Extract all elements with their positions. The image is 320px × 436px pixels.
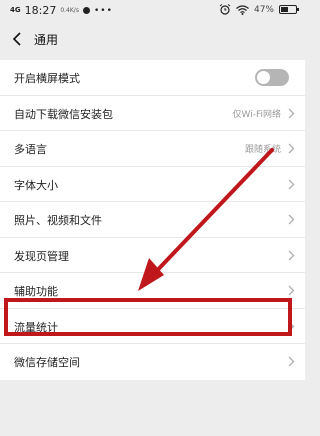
chevron-right-icon — [288, 214, 295, 225]
back-arrow-icon[interactable] — [10, 30, 26, 48]
notification-dot-icon — [82, 7, 90, 14]
chevron-right-icon — [288, 356, 295, 367]
status-time: 18:27 — [24, 4, 57, 17]
settings-row[interactable]: 微信存储空间 — [0, 344, 305, 380]
settings-row-value: 跟随系统 — [244, 145, 281, 155]
battery-percentage: 47% — [253, 4, 274, 15]
settings-row[interactable]: 照片、视频和文件 — [0, 202, 305, 238]
toggle-knob — [257, 71, 270, 84]
settings-row-label: 辅助功能 — [14, 285, 58, 298]
settings-row-label: 发现页管理 — [14, 249, 69, 263]
settings-row-label: 微信存储空间 — [14, 356, 80, 369]
settings-row-label: 多语言 — [14, 143, 47, 156]
battery-icon — [279, 5, 299, 14]
nav-bar: 通用 — [0, 22, 305, 56]
network-indicator: 4G — [10, 6, 21, 14]
settings-row-label: 流量统计 — [14, 320, 58, 334]
status-bar: 4G 18:27 0.4K/s ••• 47% — [0, 0, 305, 22]
chevron-right-icon — [288, 108, 295, 118]
chevron-right-icon — [288, 250, 295, 260]
settings-row[interactable]: 自动下载微信安装包 仅Wi-Fi网络 — [0, 95, 305, 131]
page-title: 通用 — [34, 33, 59, 47]
chevron-right-icon — [288, 321, 295, 331]
settings-row[interactable]: 开启横屏模式 — [0, 60, 305, 96]
alarm-icon — [219, 4, 231, 15]
settings-row-label: 自动下载微信安装包 — [14, 107, 113, 121]
settings-row[interactable]: 多语言 跟随系统 — [0, 131, 305, 167]
settings-list: 开启横屏模式自动下载微信安装包 仅Wi-Fi网络多语言 跟随系统字体大小照片、视频和… — [0, 60, 305, 380]
settings-row-value: 仅Wi-Fi网络 — [232, 109, 281, 120]
more-notifications-icon: ••• — [93, 5, 113, 16]
settings-row[interactable]: 字体大小 — [0, 166, 305, 202]
settings-row[interactable]: 发现页管理 — [0, 237, 305, 273]
settings-row-label: 字体大小 — [14, 178, 58, 192]
network-speed: 0.4K/s — [60, 6, 79, 14]
chevron-right-icon — [288, 143, 295, 154]
landscape-mode-toggle[interactable] — [255, 69, 289, 86]
chevron-right-icon — [288, 179, 295, 189]
settings-row-label: 开启横屏模式 — [14, 72, 80, 85]
settings-row-label: 照片、视频和文件 — [14, 214, 102, 227]
chevron-right-icon — [288, 285, 295, 296]
wifi-icon — [236, 4, 249, 15]
settings-row[interactable]: 流量统计 — [0, 308, 305, 344]
settings-row[interactable]: 辅助功能 — [0, 273, 305, 309]
